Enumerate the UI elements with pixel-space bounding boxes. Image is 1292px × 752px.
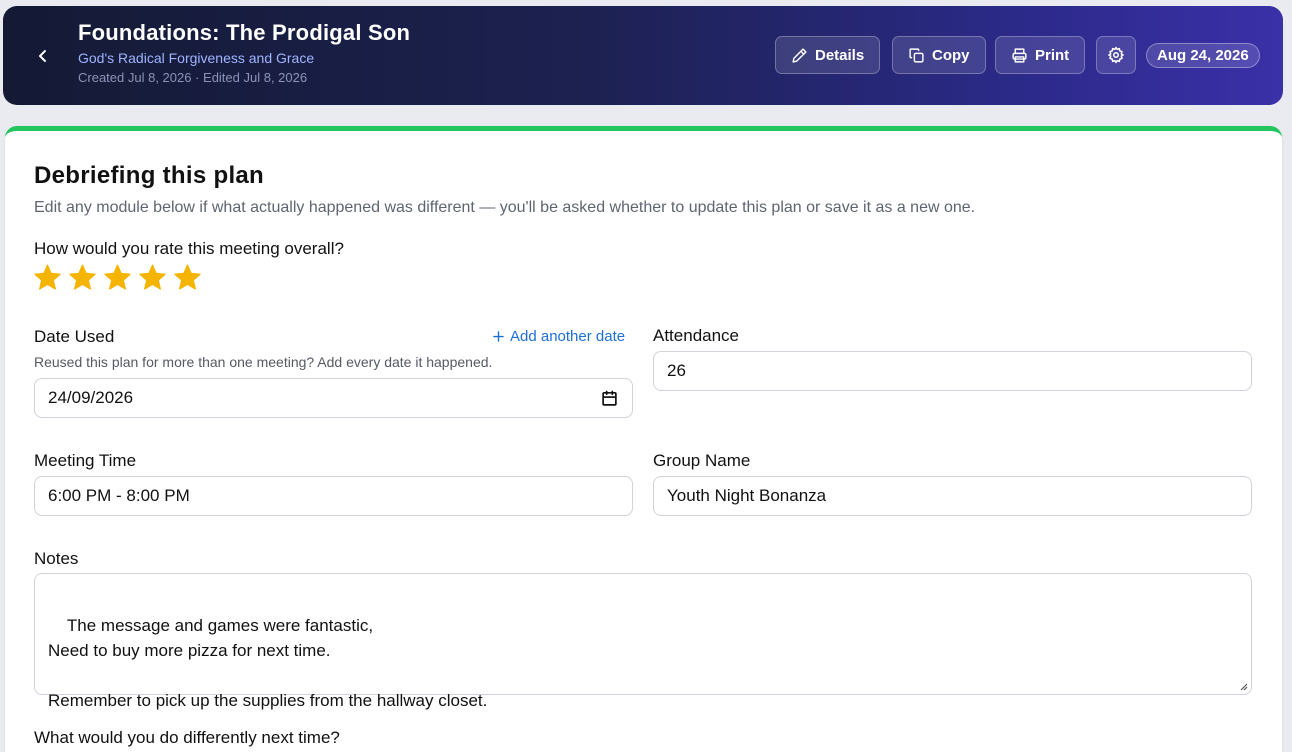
meeting-date-badge[interactable]: Aug 24, 2026	[1146, 43, 1260, 68]
star-icon[interactable]	[103, 263, 132, 292]
copy-icon	[909, 47, 924, 63]
attendance-input[interactable]: 26	[653, 351, 1252, 391]
star-icon[interactable]	[33, 263, 62, 292]
debrief-card: Debriefing this plan Edit any module bel…	[5, 126, 1282, 752]
group-name-input[interactable]: Youth Night Bonanza	[653, 476, 1252, 516]
print-button-label: Print	[1035, 46, 1070, 64]
copy-button-label: Copy	[932, 46, 970, 64]
star-icon[interactable]	[138, 263, 167, 292]
plus-icon	[493, 331, 504, 342]
gear-icon	[1108, 46, 1124, 64]
date-used-hint: Reused this plan for more than one meeti…	[34, 354, 493, 370]
next-time-label: What would you do differently next time?	[34, 728, 340, 747]
printer-icon	[1012, 47, 1027, 63]
plan-title: Foundations: The Prodigal Son	[78, 20, 411, 45]
group-name-label: Group Name	[653, 451, 751, 470]
meeting-time-label: Meeting Time	[34, 451, 137, 470]
plan-meta: Created Jul 8, 2026 · Edited Jul 8, 2026	[78, 70, 308, 85]
date-used-input[interactable]: 24/09/2026	[34, 378, 633, 418]
attendance-value: 26	[667, 361, 686, 380]
details-button-label: Details	[815, 46, 865, 64]
plan-header: Foundations: The Prodigal Son God's Radi…	[3, 6, 1283, 105]
star-icon[interactable]	[173, 263, 202, 292]
meeting-time-value: 6:00 PM - 8:00 PM	[48, 486, 190, 505]
rating-label: How would you rate this meeting overall?	[34, 239, 344, 258]
copy-button[interactable]: Copy	[892, 36, 986, 74]
plan-subtitle: God's Radical Forgiveness and Grace	[78, 50, 315, 66]
debrief-title: Debriefing this plan	[34, 162, 265, 189]
debrief-description: Edit any module below if what actually h…	[34, 199, 976, 216]
date-used-value: 24/09/2026	[48, 388, 134, 407]
plan-title-block: Foundations: The Prodigal Son God's Radi…	[78, 20, 410, 85]
star-icon[interactable]	[68, 263, 97, 292]
settings-button[interactable]	[1096, 36, 1136, 74]
group-name-value: Youth Night Bonanza	[667, 486, 827, 505]
add-another-date-link[interactable]: Add another date	[493, 328, 625, 345]
details-button[interactable]: Details	[775, 36, 881, 74]
chevron-left-icon	[39, 50, 46, 62]
meeting-time-input[interactable]: 6:00 PM - 8:00 PM	[34, 476, 633, 516]
star-rating	[33, 263, 202, 292]
add-another-date-label: Add another date	[510, 328, 626, 345]
pencil-icon	[792, 47, 807, 63]
notes-textarea[interactable]: The message and games were fantastic, Ne…	[34, 573, 1252, 710]
attendance-label: Attendance	[653, 326, 740, 345]
notes-value: The message and games were fantastic, Ne…	[48, 616, 488, 710]
back-button[interactable]	[31, 44, 55, 68]
notes-label: Notes	[34, 549, 79, 568]
date-used-label: Date Used	[34, 327, 115, 346]
resize-handle-icon[interactable]	[1238, 681, 1248, 691]
print-button[interactable]: Print	[995, 36, 1086, 74]
calendar-icon[interactable]	[601, 390, 618, 407]
